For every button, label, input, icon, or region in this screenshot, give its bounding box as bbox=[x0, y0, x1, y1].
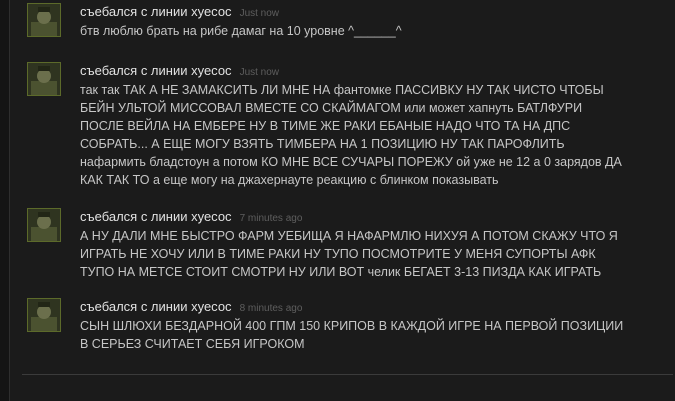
avatar-image bbox=[28, 209, 60, 241]
comment-text: бтв люблю брать на рибе дамаг на 10 уров… bbox=[80, 22, 670, 40]
comment-text: СЫН ШЛЮХИ БЕЗДАРНОЙ 400 ГПМ 150 КРИПОВ В… bbox=[80, 317, 670, 353]
comment-header: съебался с линии хуесос Just now bbox=[80, 3, 670, 20]
comment-text-line: ПОСЛЕ ВЕЙЛА НА ЕМБЕРЕ НУ В ТИМЕ ЖЕ РАКИ … bbox=[80, 119, 571, 133]
comment-author[interactable]: съебался с линии хуесос bbox=[80, 63, 232, 78]
comment-header: съебался с линии хуесос Just now bbox=[80, 62, 670, 79]
avatar[interactable] bbox=[27, 3, 61, 37]
comment-body: съебался с линии хуесос Just now бтв любл… bbox=[80, 3, 670, 40]
comment-text-line: СОБРАТЬ... А ЕЩЕ МОГУ ВЗЯТЬ ТИМБЕРА НА 1… bbox=[80, 137, 565, 151]
comment-text-line: СЫН ШЛЮХИ БЕЗДАРНОЙ 400 ГПМ 150 КРИПОВ В… bbox=[80, 319, 624, 333]
comment-text: А НУ ДАЛИ МНЕ БЫСТРО ФАРМ УЕБИЩА Я НАФАР… bbox=[80, 227, 670, 281]
comment-text-line: КАК ТАК ТО а еще могу на джахернауте реа… bbox=[80, 173, 499, 187]
comment-text-line: А НУ ДАЛИ МНЕ БЫСТРО ФАРМ УЕБИЩА Я НАФАР… bbox=[80, 229, 618, 243]
left-rail bbox=[0, 0, 10, 401]
comment-timestamp: 7 minutes ago bbox=[239, 213, 303, 224]
comment-timestamp: Just now bbox=[239, 67, 280, 78]
comment-header: съебался с линии хуесос 7 minutes ago bbox=[80, 208, 670, 225]
comment-text-line: так так ТАК А НЕ ЗАМАКСИТЬ ЛИ МНЕ НА фан… bbox=[80, 83, 604, 97]
comment-author[interactable]: съебался с линии хуесос bbox=[80, 4, 232, 19]
avatar[interactable] bbox=[27, 208, 61, 242]
comment-text-line: В СЕРЬЕЗ СЧИТАЕТ СЕБЯ ИГРОКОМ bbox=[80, 337, 305, 351]
avatar-image bbox=[28, 299, 60, 331]
comment-body: съебался с линии хуесос 8 minutes ago СЫН… bbox=[80, 298, 670, 353]
avatar-image bbox=[28, 4, 60, 36]
comment-text-line: БЕЙН УЛЬТОЙ МИССОВАЛ ВМЕСТЕ СО СКАЙМАГОМ… bbox=[80, 101, 583, 115]
comment-text-line: ТУПО НА МЕТСЕ СТОИТ СМОТРИ НУ ИЛИ ВОТ че… bbox=[80, 265, 602, 279]
comment-author[interactable]: съебался с линии хуесос bbox=[80, 299, 232, 314]
comment-text: так так ТАК А НЕ ЗАМАКСИТЬ ЛИ МНЕ НА фан… bbox=[80, 81, 670, 189]
comment-text-line: нафармить бладстоун а потом КО МНЕ ВСЕ С… bbox=[80, 155, 622, 169]
avatar[interactable] bbox=[27, 62, 61, 96]
avatar-image bbox=[28, 63, 60, 95]
comment-text-line: ИГРАТЬ НЕ ХОЧУ ИЛИ В ТИМЕ РАКИ НУ ТУПО П… bbox=[80, 247, 596, 261]
thread-divider bbox=[22, 374, 673, 375]
comment-text-line: бтв люблю брать на рибе дамаг на 10 уров… bbox=[80, 24, 402, 38]
avatar[interactable] bbox=[27, 298, 61, 332]
comment-author[interactable]: съебался с линии хуесос bbox=[80, 209, 232, 224]
comment-header: съебался с линии хуесос 8 minutes ago bbox=[80, 298, 670, 315]
comment-timestamp: 8 minutes ago bbox=[239, 303, 303, 314]
comment-body: съебался с линии хуесос 7 minutes ago А Н… bbox=[80, 208, 670, 281]
comment-body: съебался с линии хуесос Just now так так … bbox=[80, 62, 670, 189]
comment-timestamp: Just now bbox=[239, 8, 280, 19]
